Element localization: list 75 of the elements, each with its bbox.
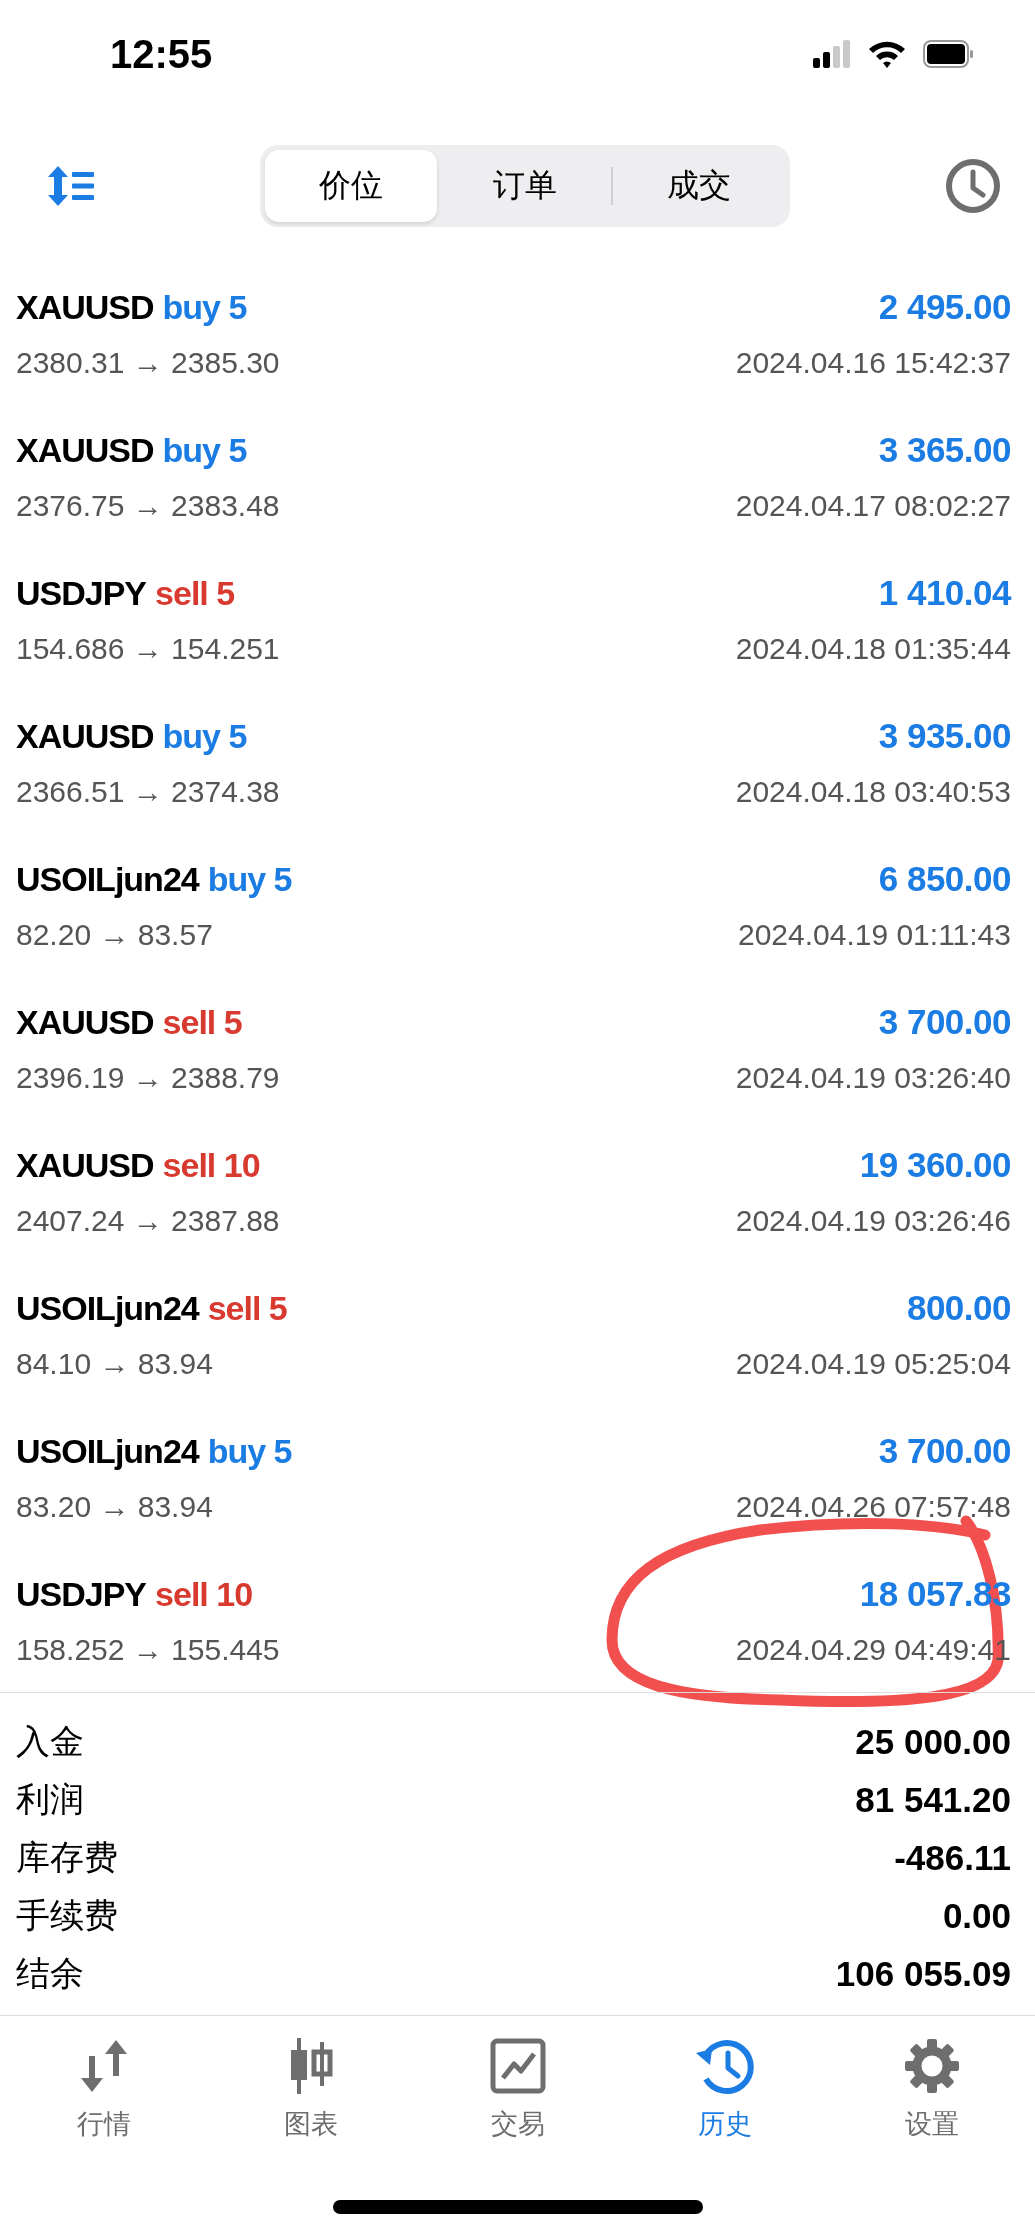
symbol-label: USOILjun24 — [16, 859, 199, 899]
close-time: 2024.04.18 01:35:44 — [735, 632, 1011, 666]
summary-label: 结余 — [16, 1952, 84, 1995]
order-label: buy 5 — [207, 859, 292, 899]
profit-value: 2 495.00 — [878, 287, 1011, 327]
tab-button[interactable]: 行情 — [0, 2036, 207, 2142]
signal-icon — [813, 40, 851, 68]
close-time: 2024.04.19 01:11:43 — [737, 918, 1011, 952]
profit-value: 3 935.00 — [878, 716, 1011, 756]
tab-button[interactable]: 交易 — [414, 2036, 621, 2142]
candlestick-icon — [288, 2038, 333, 2094]
summary-label: 库存费 — [16, 1836, 118, 1879]
price-change: 2396.19 → 2388.79 — [16, 1061, 280, 1095]
order-label: sell 10 — [155, 1574, 253, 1614]
close-time: 2024.04.26 07:57:48 — [735, 1490, 1011, 1524]
line-chart-icon — [489, 2038, 546, 2094]
symbol-label: XAUUSD — [16, 287, 154, 327]
battery-icon — [923, 40, 975, 68]
summary-value: -486.11 — [894, 1838, 1011, 1878]
order-label: buy 5 — [207, 1431, 292, 1471]
close-time: 2024.04.16 15:42:37 — [735, 346, 1011, 380]
profit-value: 19 360.00 — [859, 1145, 1011, 1185]
symbol-label: USOILjun24 — [16, 1431, 199, 1471]
order-label: sell 10 — [162, 1145, 260, 1185]
order-label: buy 5 — [162, 716, 247, 756]
price-change: 2376.75 → 2383.48 — [16, 489, 280, 523]
clock-time: 12:55 — [110, 31, 213, 77]
price-change: 2407.24 → 2387.88 — [16, 1204, 280, 1238]
order-label: sell 5 — [155, 573, 235, 613]
order-label: sell 5 — [207, 1288, 287, 1328]
sort-icon[interactable] — [48, 166, 96, 206]
order-label: sell 5 — [162, 1002, 242, 1042]
profit-value: 3 700.00 — [878, 1431, 1011, 1471]
tab-button[interactable]: 历史 — [621, 2036, 828, 2142]
profit-value: 3 365.00 — [878, 430, 1011, 470]
profit-value: 1 410.04 — [878, 573, 1011, 613]
segment-tab[interactable]: 价位 — [264, 150, 437, 222]
price-change: 154.686 → 154.251 — [16, 632, 280, 666]
close-time: 2024.04.19 03:26:40 — [735, 1061, 1011, 1095]
clock-icon[interactable] — [945, 158, 1001, 214]
summary-label: 手续费 — [16, 1894, 118, 1937]
summary-value: 25 000.00 — [855, 1722, 1011, 1762]
price-change: 158.252 → 155.445 — [16, 1633, 280, 1667]
symbol-label: XAUUSD — [16, 430, 154, 470]
price-change: 2366.51 → 2374.38 — [16, 775, 280, 809]
price-change: 83.20 → 83.94 — [16, 1490, 213, 1524]
close-time: 2024.04.19 03:26:46 — [735, 1204, 1011, 1238]
symbol-label: XAUUSD — [16, 1002, 154, 1042]
symbol-label: USDJPY — [16, 1574, 147, 1614]
order-label: buy 5 — [162, 287, 247, 327]
order-label: buy 5 — [162, 430, 247, 470]
symbol-label: USOILjun24 — [16, 1288, 199, 1328]
wifi-icon — [867, 39, 907, 69]
close-time: 2024.04.18 03:40:53 — [735, 775, 1011, 809]
summary-value: 81 541.20 — [855, 1780, 1011, 1820]
tab-button[interactable]: 设置 — [828, 2036, 1035, 2142]
close-time: 2024.04.17 08:02:27 — [735, 489, 1011, 523]
settings-icon — [903, 2038, 960, 2094]
summary-label: 入金 — [16, 1720, 84, 1763]
symbol-label: XAUUSD — [16, 716, 154, 756]
summary-value: 106 055.09 — [835, 1954, 1011, 1994]
price-change: 84.10 → 83.94 — [16, 1347, 213, 1381]
profit-value: 6 850.00 — [878, 859, 1011, 899]
profit-value: 3 700.00 — [878, 1002, 1011, 1042]
symbol-label: XAUUSD — [16, 1145, 154, 1185]
summary-value: 0.00 — [942, 1896, 1011, 1936]
tab-button[interactable]: 图表 — [207, 2036, 414, 2142]
close-time: 2024.04.19 05:25:04 — [735, 1347, 1011, 1381]
price-change: 82.20 → 83.57 — [16, 918, 213, 952]
profit-value: 800.00 — [906, 1288, 1011, 1328]
segment-tab[interactable]: 订单 — [438, 150, 611, 222]
segment-tab[interactable]: 成交 — [612, 150, 785, 222]
summary-label: 利润 — [16, 1778, 84, 1821]
symbol-label: USDJPY — [16, 573, 147, 613]
price-change: 2380.31 → 2385.30 — [16, 346, 280, 380]
